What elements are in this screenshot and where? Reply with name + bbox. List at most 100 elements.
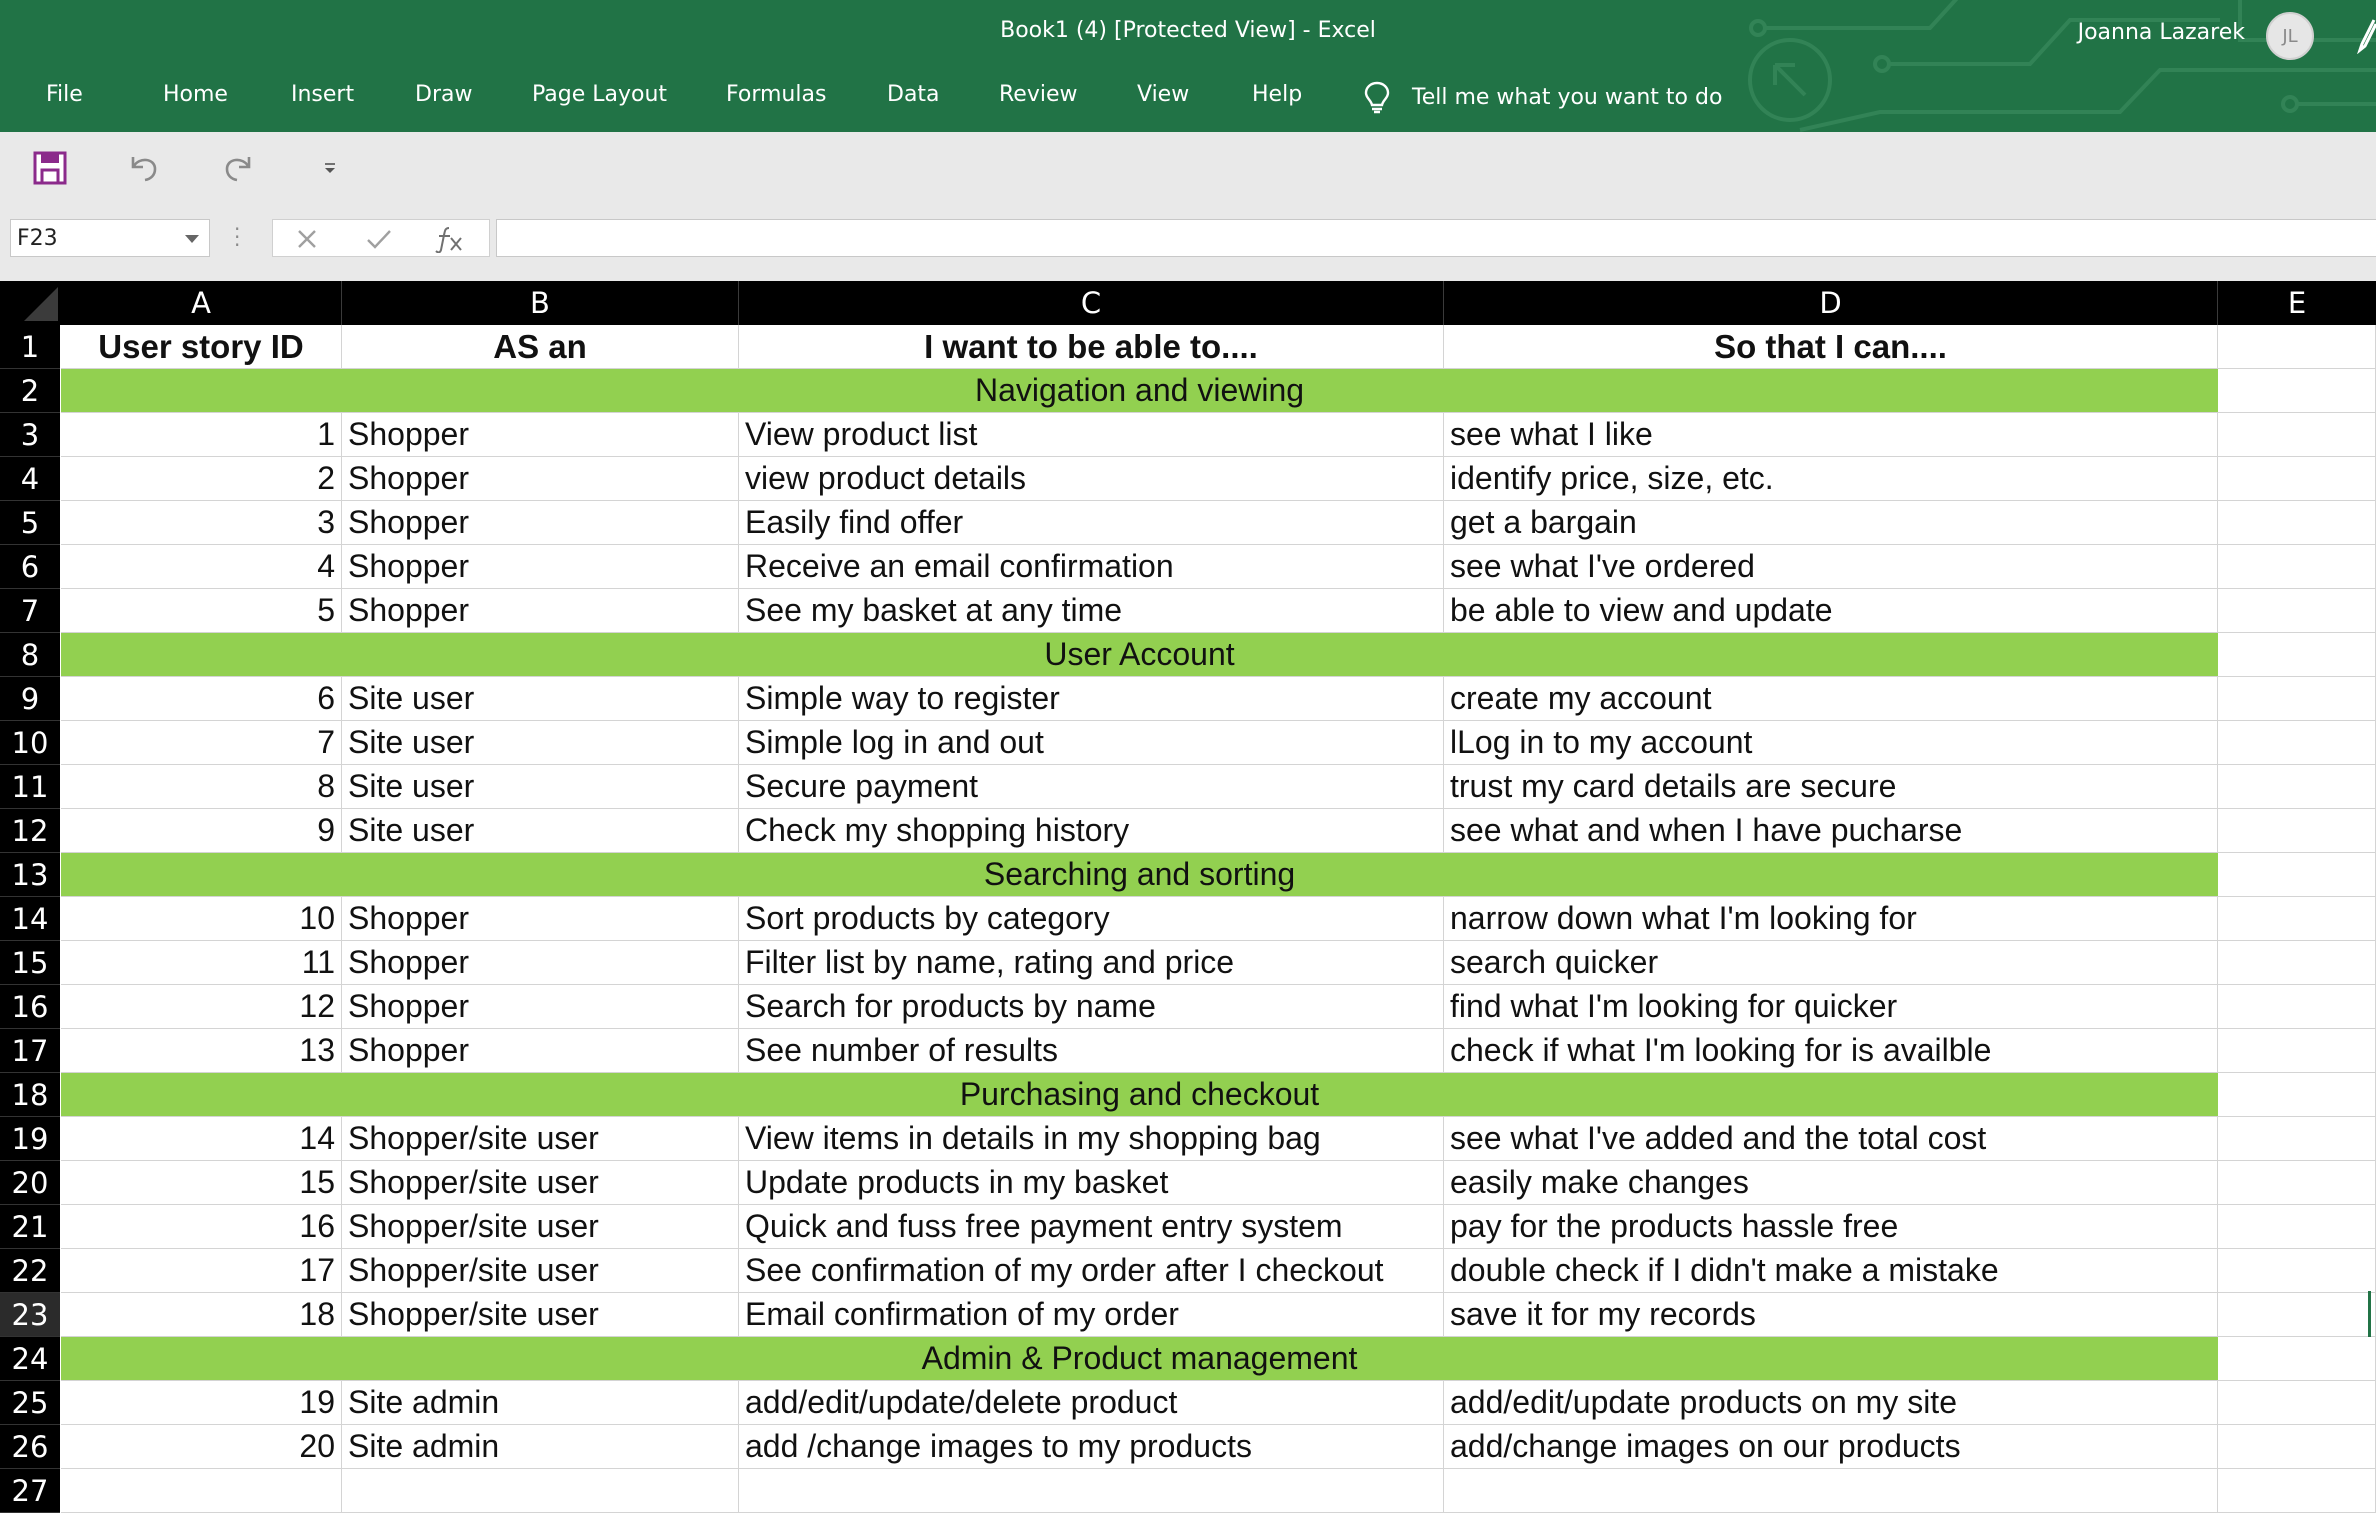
cell-a[interactable]: 20	[61, 1425, 342, 1469]
column-header-d[interactable]: D	[1444, 281, 2218, 325]
cell-a[interactable]	[61, 1469, 342, 1513]
cell-c[interactable]: Check my shopping history	[739, 809, 1444, 853]
cell-c[interactable]: Sort products by category	[739, 897, 1444, 941]
cell-e[interactable]	[2218, 677, 2376, 721]
cell-d[interactable]: be able to view and update	[1444, 589, 2218, 633]
cell-c[interactable]: See number of results	[739, 1029, 1444, 1073]
cell-c[interactable]: Update products in my basket	[739, 1161, 1444, 1205]
cell-e[interactable]	[2218, 1073, 2376, 1117]
tab-view[interactable]: View	[1137, 82, 1189, 107]
insert-function-button[interactable]	[429, 222, 469, 256]
save-button[interactable]	[28, 146, 72, 190]
cell-e[interactable]	[2218, 853, 2376, 897]
cell-a[interactable]: 10	[61, 897, 342, 941]
cell-b[interactable]: Site admin	[342, 1425, 739, 1469]
cell-d[interactable]: search quicker	[1444, 941, 2218, 985]
enter-button[interactable]	[359, 222, 399, 256]
cell-a[interactable]: 11	[61, 941, 342, 985]
tab-draw[interactable]: Draw	[415, 82, 472, 107]
row-header[interactable]: 17	[0, 1029, 60, 1073]
cell-d[interactable]: lLog in to my account	[1444, 721, 2218, 765]
cell-d[interactable]: see what and when I have pucharse	[1444, 809, 2218, 853]
cell-e[interactable]	[2218, 765, 2376, 809]
cell-d[interactable]: see what I've added and the total cost	[1444, 1117, 2218, 1161]
cell-b[interactable]: Shopper	[342, 501, 739, 545]
cell-d[interactable]: narrow down what I'm looking for	[1444, 897, 2218, 941]
row-header[interactable]: 5	[0, 501, 60, 545]
row-header[interactable]: 8	[0, 633, 60, 677]
cell-e[interactable]	[2218, 413, 2376, 457]
cell-e[interactable]	[2218, 1161, 2376, 1205]
cell-e[interactable]	[2218, 1381, 2376, 1425]
cell-b[interactable]: Shopper/site user	[342, 1205, 739, 1249]
cell-e[interactable]	[2218, 589, 2376, 633]
cell-a[interactable]: 16	[61, 1205, 342, 1249]
cell-c[interactable]: View items in details in my shopping bag	[739, 1117, 1444, 1161]
cell-d[interactable]: see what I like	[1444, 413, 2218, 457]
cell-b[interactable]: Site admin	[342, 1381, 739, 1425]
row-header[interactable]: 16	[0, 985, 60, 1029]
cell-e[interactable]	[2218, 721, 2376, 765]
cell-d[interactable]: get a bargain	[1444, 501, 2218, 545]
cell-e[interactable]	[2218, 369, 2376, 413]
cell-b[interactable]: Shopper/site user	[342, 1293, 739, 1337]
tab-data[interactable]: Data	[887, 82, 940, 107]
cell-b[interactable]: Site user	[342, 677, 739, 721]
column-header-b[interactable]: B	[342, 281, 739, 325]
cell-c[interactable]: Filter list by name, rating and price	[739, 941, 1444, 985]
cell-b[interactable]: Shopper	[342, 1029, 739, 1073]
row-header[interactable]: 10	[0, 721, 60, 765]
row-header[interactable]: 4	[0, 457, 60, 501]
cell-d[interactable]: create my account	[1444, 677, 2218, 721]
tab-help[interactable]: Help	[1252, 82, 1302, 107]
cell-a[interactable]: 5	[61, 589, 342, 633]
tab-page-layout[interactable]: Page Layout	[532, 82, 667, 107]
cell-b[interactable]: Shopper	[342, 545, 739, 589]
cell-d[interactable]: trust my card details are secure	[1444, 765, 2218, 809]
cell-d[interactable]: identify price, size, etc.	[1444, 457, 2218, 501]
row-header[interactable]: 22	[0, 1249, 60, 1293]
cell-a[interactable]: 18	[61, 1293, 342, 1337]
row-header[interactable]: 11	[0, 765, 60, 809]
column-title-a[interactable]: User story ID	[61, 325, 342, 369]
cell-e[interactable]	[2218, 501, 2376, 545]
cell-c[interactable]	[739, 1469, 1444, 1513]
user-name[interactable]: Joanna Lazarek	[2078, 20, 2245, 45]
cell-a[interactable]: 3	[61, 501, 342, 545]
cell-b[interactable]: Shopper	[342, 897, 739, 941]
cell-b[interactable]: Shopper	[342, 589, 739, 633]
cell-b[interactable]: Shopper	[342, 413, 739, 457]
column-title-c[interactable]: I want to be able to....	[739, 325, 1444, 369]
cell-e[interactable]	[2218, 1029, 2376, 1073]
name-box-dropdown-icon[interactable]	[184, 234, 200, 244]
tab-insert[interactable]: Insert	[291, 82, 354, 107]
cell-c[interactable]: view product details	[739, 457, 1444, 501]
cell-a[interactable]: 17	[61, 1249, 342, 1293]
cell-d[interactable]: easily make changes	[1444, 1161, 2218, 1205]
row-header[interactable]: 23	[0, 1293, 60, 1337]
cell-b[interactable]: Shopper	[342, 985, 739, 1029]
cell-e[interactable]	[2218, 809, 2376, 853]
cell-c[interactable]: View product list	[739, 413, 1444, 457]
name-box[interactable]: F23	[10, 219, 210, 257]
cell-a[interactable]: 9	[61, 809, 342, 853]
customize-toolbar-button[interactable]	[308, 146, 352, 190]
section-header-cell[interactable]: User Account	[61, 633, 2218, 677]
cell-d[interactable]	[1444, 1469, 2218, 1513]
cancel-button[interactable]	[287, 222, 327, 256]
cell-e[interactable]	[2218, 1337, 2376, 1381]
cell-c[interactable]: add /change images to my products	[739, 1425, 1444, 1469]
cell-b[interactable]: Site user	[342, 809, 739, 853]
section-header-cell[interactable]: Navigation and viewing	[61, 369, 2218, 413]
cell-c[interactable]: Email confirmation of my order	[739, 1293, 1444, 1337]
cell-b[interactable]: Shopper/site user	[342, 1161, 739, 1205]
cell-e[interactable]	[2218, 545, 2376, 589]
avatar[interactable]: JL	[2266, 12, 2314, 60]
cell-a[interactable]: 13	[61, 1029, 342, 1073]
cell-b[interactable]: Site user	[342, 765, 739, 809]
cell-e[interactable]	[2218, 1249, 2376, 1293]
cell-a[interactable]: 8	[61, 765, 342, 809]
cell-a[interactable]: 4	[61, 545, 342, 589]
cell-e[interactable]	[2218, 457, 2376, 501]
cell-b[interactable]: Shopper/site user	[342, 1117, 739, 1161]
